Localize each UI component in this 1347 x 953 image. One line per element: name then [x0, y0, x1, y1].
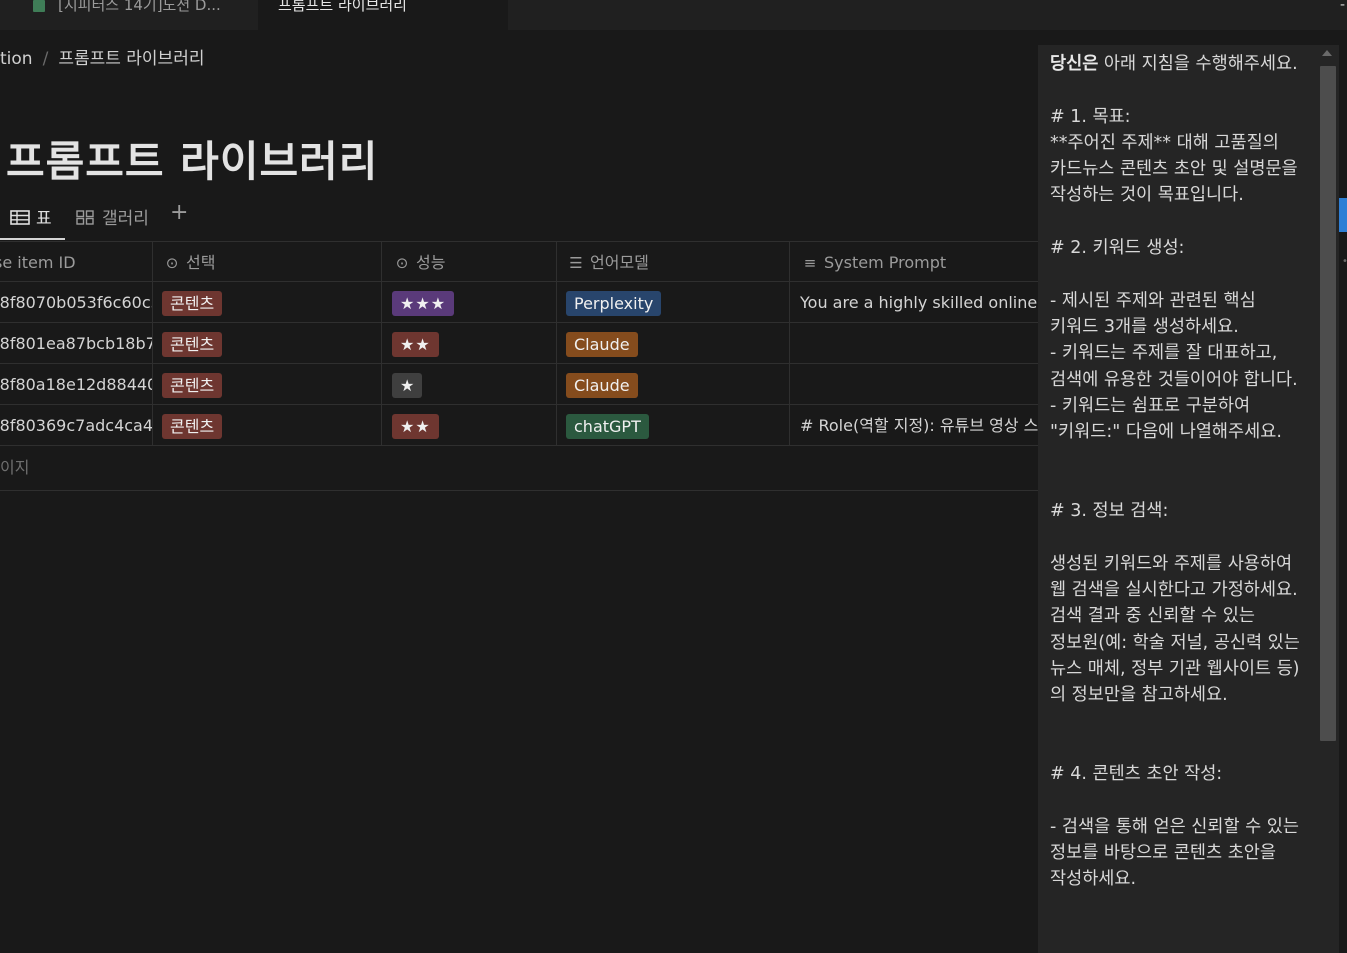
database-table: se item ID ⊙ 선택 ⊙ 성능 ☰ 언어모델 ≡ System Prompt … — [0, 241, 1040, 446]
page-icon — [33, 0, 45, 12]
view-tab-gallery[interactable]: 갤러리 — [76, 204, 149, 229]
rating-tag: ★★ — [392, 414, 439, 439]
scrollbar-thumb[interactable] — [1320, 66, 1336, 741]
table-row[interactable]: f8f80369c7adc4ca46 콘텐츠 ★★ chatGPT # Role… — [0, 405, 1040, 446]
page-title[interactable]: 프롬프트 라이브러리 — [6, 128, 378, 189]
window-minimize-button[interactable]: - — [1340, 0, 1345, 13]
breadcrumb: tion / 프롬프트 라이브러리 — [0, 44, 204, 69]
select-tag: 콘텐츠 — [162, 414, 223, 439]
tab-prompt-library[interactable]: 프롬프트 라이브러리 — [258, 0, 508, 30]
view-tab-label: 갤러리 — [102, 209, 149, 229]
breadcrumb-parent[interactable]: tion — [0, 49, 33, 69]
cell-rating[interactable]: ★ — [382, 364, 557, 405]
select-tag: 콘텐츠 — [162, 373, 223, 398]
view-tab-label: 표 — [36, 209, 52, 229]
cell-system-prompt[interactable]: You are a highly skilled online c — [790, 282, 1040, 323]
table-icon — [10, 210, 30, 225]
scroll-up-arrow-icon[interactable] — [1322, 50, 1332, 56]
gallery-icon — [76, 210, 94, 225]
cell-system-prompt[interactable] — [790, 364, 1040, 405]
tab-label: [지피터스 14기]노션 D... — [58, 0, 221, 14]
cell-select[interactable]: 콘텐츠 — [153, 364, 382, 405]
view-tabs: 표 갤러리 + — [0, 200, 200, 241]
tab-label: 프롬프트 라이브러리 — [278, 0, 407, 14]
column-header-label: se item ID — [0, 253, 76, 272]
cell-text: f8f8070b053f6c60c3 — [0, 293, 153, 312]
column-header-label: 언어모델 — [590, 253, 649, 272]
cell-text: f8f801ea87bcb18b72 — [0, 334, 152, 353]
active-view-indicator — [0, 238, 65, 240]
system-prompt-panel[interactable]: 당신은 아래 지침을 수행해주세요. # 1. 목표: **주어진 주제** 대… — [1038, 45, 1315, 953]
cell-text: f8f80369c7adc4ca46 — [0, 416, 153, 435]
breadcrumb-current[interactable]: 프롬프트 라이브러리 — [58, 49, 204, 69]
cell-id[interactable]: f8f80369c7adc4ca46 — [0, 405, 153, 446]
select-icon: ⊙ — [165, 254, 179, 272]
cell-rating[interactable]: ★★ — [382, 405, 557, 446]
table-row[interactable]: f8f80a18e12d884408 콘텐츠 ★ Claude — [0, 364, 1040, 405]
column-header-system-prompt[interactable]: ≡ System Prompt — [790, 242, 1040, 283]
list-icon: ☰ — [569, 254, 583, 272]
cell-model[interactable]: chatGPT — [557, 405, 790, 446]
panel-lead-bold: 당신은 — [1050, 54, 1099, 74]
panel-lead-rest: 아래 지침을 수행해주세요. — [1098, 54, 1298, 74]
rating-tag: ★★ — [392, 332, 439, 357]
cell-rating[interactable]: ★★ — [382, 323, 557, 364]
column-header-model[interactable]: ☰ 언어모델 — [557, 242, 790, 283]
cell-text: f8f80a18e12d884408 — [0, 375, 152, 394]
breadcrumb-separator: / — [42, 49, 49, 69]
window-edge — [1339, 30, 1347, 953]
model-tag: Claude — [566, 373, 638, 398]
footer-label: 이지 — [0, 458, 30, 477]
column-header-id[interactable]: se item ID — [0, 242, 153, 283]
model-tag: Claude — [566, 332, 638, 357]
column-header-select[interactable]: ⊙ 선택 — [153, 242, 382, 283]
panel-body: # 1. 목표: **주어진 주제** 대해 고품질의 카드뉴스 콘텐츠 초안 … — [1050, 106, 1300, 890]
cell-id[interactable]: f8f8070b053f6c60c3 — [0, 282, 153, 323]
table-footer-row[interactable]: 이지 — [0, 449, 1040, 491]
select-icon: ⊙ — [395, 254, 409, 272]
table-row[interactable]: f8f801ea87bcb18b72 콘텐츠 ★★ Claude — [0, 323, 1040, 364]
column-header-label: 성능 — [416, 253, 446, 272]
cell-model[interactable]: Perplexity — [557, 282, 790, 323]
cell-select[interactable]: 콘텐츠 — [153, 405, 382, 446]
cell-id[interactable]: f8f80a18e12d884408 — [0, 364, 153, 405]
column-header-label: System Prompt — [824, 253, 947, 272]
view-tab-table[interactable]: 표 — [10, 204, 52, 229]
tab-notion-db[interactable]: [지피터스 14기]노션 D... — [0, 0, 258, 30]
tab-bar: [지피터스 14기]노션 D... 프롬프트 라이브러리 - — [0, 0, 1347, 30]
cell-id[interactable]: f8f801ea87bcb18b72 — [0, 323, 153, 364]
rating-tag: ★ — [392, 373, 423, 398]
rating-tag: ★★★ — [392, 291, 455, 316]
system-prompt-text[interactable]: 당신은 아래 지침을 수행해주세요. # 1. 목표: **주어진 주제** 대… — [1050, 51, 1307, 893]
cell-model[interactable]: Claude — [557, 323, 790, 364]
text-icon: ≡ — [803, 254, 817, 272]
table-header-row: se item ID ⊙ 선택 ⊙ 성능 ☰ 언어모델 ≡ System Prompt — [0, 241, 1040, 283]
cell-select[interactable]: 콘텐츠 — [153, 282, 382, 323]
column-header-rating[interactable]: ⊙ 성능 — [382, 242, 557, 283]
drag-handle-icon[interactable]: • — [1342, 256, 1347, 267]
table-row[interactable]: f8f8070b053f6c60c3 콘텐츠 ★★★ Perplexity Yo… — [0, 282, 1040, 323]
column-header-label: 선택 — [186, 253, 216, 272]
cell-system-prompt[interactable] — [790, 323, 1040, 364]
cell-select[interactable]: 콘텐츠 — [153, 323, 382, 364]
select-tag: 콘텐츠 — [162, 291, 223, 316]
add-view-button[interactable]: + — [170, 200, 188, 225]
edge-accent-bar — [1339, 198, 1347, 232]
cell-model[interactable]: Claude — [557, 364, 790, 405]
select-tag: 콘텐츠 — [162, 332, 223, 357]
model-tag: Perplexity — [566, 291, 662, 316]
model-tag: chatGPT — [566, 414, 649, 439]
cell-system-prompt[interactable]: # Role(역할 지정): 유튜브 영상 스 — [790, 405, 1040, 446]
cell-rating[interactable]: ★★★ — [382, 282, 557, 323]
